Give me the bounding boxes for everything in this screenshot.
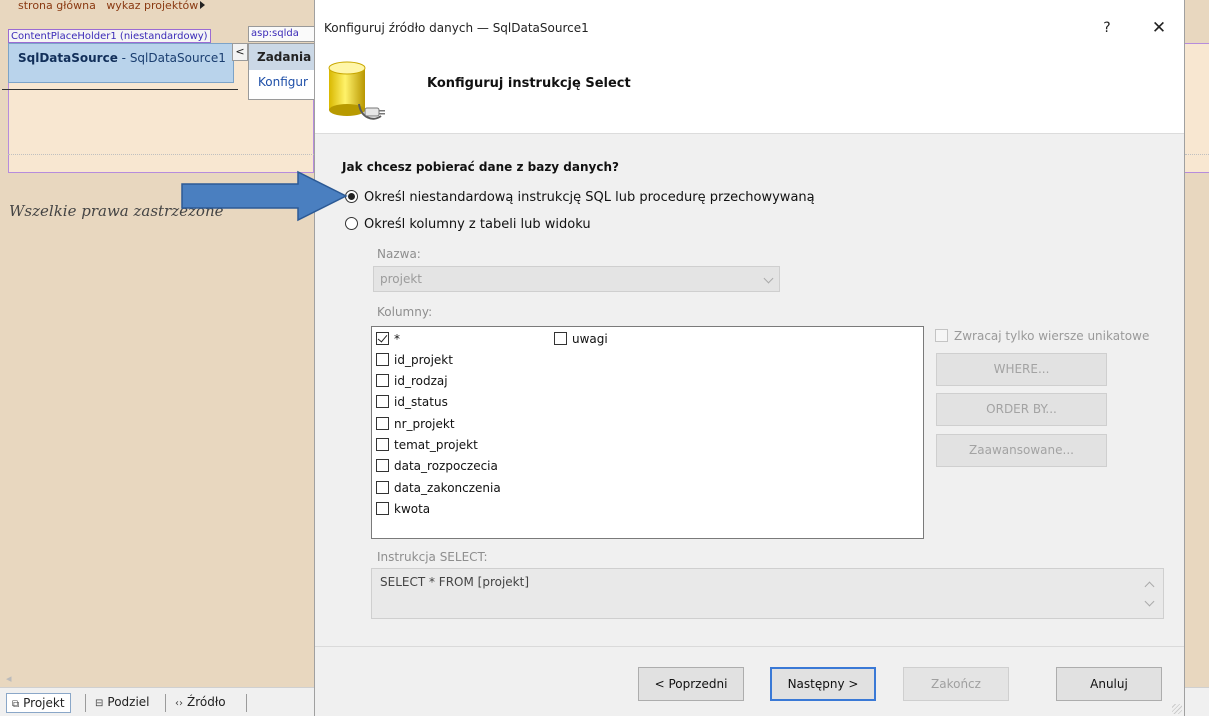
select-statement-text: SELECT * FROM [projekt] <box>380 575 530 589</box>
tab-separator <box>165 694 166 712</box>
table-columns-option[interactable]: Określ kolumny z tabeli lub widoku <box>345 216 591 234</box>
chevron-down-icon <box>763 273 774 284</box>
column-checkbox[interactable]: id_rodzaj <box>376 374 448 391</box>
content-placeholder-tag[interactable]: ContentPlaceHolder1 (niestandardowy) <box>8 29 211 43</box>
datasource-name: SqlDataSource1 <box>129 51 226 65</box>
smart-tasks-panel: Zadania S Konfigur <box>248 43 316 100</box>
checkbox[interactable] <box>376 374 389 387</box>
scroll-down-icon[interactable] <box>1144 596 1155 607</box>
breadcrumb-projects-link[interactable]: wykaz projektów <box>106 0 198 12</box>
tab-split-label: Podziel <box>107 695 150 709</box>
wizard-header: Konfiguruj instrukcję Select <box>315 56 1184 134</box>
next-button[interactable]: Następny > <box>770 667 876 701</box>
placeholder-divider <box>8 154 314 155</box>
advanced-button[interactable]: Zaawansowane... <box>936 434 1107 467</box>
column-checkbox[interactable]: data_zakonczenia <box>376 481 501 498</box>
column-label: temat_projekt <box>394 438 478 452</box>
column-checkbox[interactable]: data_rozpoczecia <box>376 459 498 476</box>
configure-datasource-dialog: Konfiguruj źródło danych — SqlDataSource… <box>314 0 1185 716</box>
unique-rows-checkbox[interactable] <box>935 329 948 342</box>
page-footer-text: Wszelkie prawa zastrzeżone <box>9 202 224 220</box>
column-checkbox[interactable]: id_status <box>376 395 448 412</box>
column-checkbox[interactable]: temat_projekt <box>376 438 478 455</box>
custom-sql-option[interactable]: Określ niestandardową instrukcję SQL lub… <box>345 189 815 207</box>
select-statement-label: Instrukcja SELECT: <box>377 550 488 564</box>
configure-datasource-link[interactable]: Konfigur <box>249 70 315 89</box>
column-label: data_rozpoczecia <box>394 459 498 473</box>
breadcrumb-home-link[interactable]: strona główna <box>18 0 96 12</box>
radio-table-columns[interactable] <box>345 217 358 230</box>
column-label: uwagi <box>572 332 608 346</box>
table-name-value: projekt <box>380 272 422 286</box>
checkbox[interactable] <box>376 395 389 408</box>
checkbox[interactable] <box>376 481 389 494</box>
column-label: nr_projekt <box>394 417 455 431</box>
column-label: id_rodzaj <box>394 374 448 388</box>
checkbox[interactable] <box>376 459 389 472</box>
help-button[interactable]: ? <box>1093 16 1121 40</box>
checkbox[interactable] <box>376 417 389 430</box>
columns-label: Kolumny: <box>377 305 433 319</box>
resize-grip-icon[interactable] <box>1172 704 1182 714</box>
close-button[interactable]: ✕ <box>1145 16 1173 40</box>
checkbox[interactable] <box>376 502 389 515</box>
column-label: id_status <box>394 395 448 409</box>
tab-separator <box>85 694 86 712</box>
order-by-button[interactable]: ORDER BY... <box>936 393 1107 426</box>
wizard-button-bar: < Poprzedni Następny > Zakończ Anuluj <box>315 646 1184 716</box>
unique-rows-label: Zwracaj tylko wiersze unikatowe <box>954 329 1150 343</box>
scroll-left-icon[interactable]: ◂ <box>6 672 12 685</box>
tab-separator <box>246 694 247 712</box>
radio-custom-sql[interactable] <box>345 190 358 203</box>
checkbox[interactable] <box>376 353 389 366</box>
placeholder-divider-right <box>1185 154 1209 155</box>
previous-button[interactable]: < Poprzedni <box>638 667 744 701</box>
tab-design-label: Projekt <box>23 696 65 710</box>
sqldatasource-control[interactable]: SqlDataSource - SqlDataSource1 <box>8 43 234 83</box>
datasource-type: SqlDataSource <box>18 51 118 65</box>
tab-source-label: Źródło <box>187 695 226 709</box>
name-label: Nazwa: <box>377 247 421 261</box>
database-icon <box>328 61 385 120</box>
column-label: kwota <box>394 502 431 516</box>
unique-rows-option[interactable]: Zwracaj tylko wiersze unikatowe <box>935 329 1149 343</box>
where-button[interactable]: WHERE... <box>936 353 1107 386</box>
column-label: * <box>394 332 400 346</box>
design-icon: ⧉ <box>12 699 20 710</box>
table-name-select[interactable]: projekt <box>373 266 780 292</box>
checkbox[interactable] <box>376 438 389 451</box>
column-checkbox[interactable]: id_projekt <box>376 353 453 370</box>
columns-list[interactable]: * id_projekt id_rodzaj id_status nr_proj… <box>371 326 924 539</box>
dialog-title: Konfiguruj źródło danych — SqlDataSource… <box>324 21 589 35</box>
sqldatasource-tag[interactable]: asp:sqlda <box>248 26 316 42</box>
column-label: data_zakonczenia <box>394 481 501 495</box>
custom-sql-label: Określ niestandardową instrukcję SQL lub… <box>364 190 815 205</box>
checkbox[interactable] <box>376 332 389 345</box>
tab-split[interactable]: ⊟ Podziel <box>90 693 155 713</box>
table-columns-label: Określ kolumny z tabeli lub widoku <box>364 217 591 232</box>
tab-source[interactable]: ‹› Źródło <box>170 693 231 713</box>
menu-arrow-icon <box>200 1 206 9</box>
source-icon: ‹› <box>175 698 183 709</box>
column-checkbox[interactable]: uwagi <box>554 332 608 349</box>
smart-tasks-title: Zadania S <box>249 44 315 70</box>
finish-button[interactable]: Zakończ <box>903 667 1009 701</box>
column-checkbox-all[interactable]: * <box>376 332 400 349</box>
column-label: id_projekt <box>394 353 453 367</box>
dialog-titlebar: Konfiguruj źródło danych — SqlDataSource… <box>315 0 1184 56</box>
scroll-up-icon[interactable] <box>1144 581 1155 592</box>
retrieval-question: Jak chcesz pobierać dane z bazy danych? <box>342 160 619 174</box>
datasource-separator: - <box>117 51 130 65</box>
cancel-button[interactable]: Anuluj <box>1056 667 1162 701</box>
select-statement-box[interactable]: SELECT * FROM [projekt] <box>371 568 1164 619</box>
split-icon: ⊟ <box>95 698 104 709</box>
tab-design[interactable]: ⧉ Projekt <box>6 693 71 713</box>
wizard-step-title: Konfiguruj instrukcję Select <box>427 76 631 91</box>
column-checkbox[interactable]: kwota <box>376 502 430 519</box>
design-line <box>2 89 238 90</box>
smart-tag-collapse-button[interactable]: < <box>232 43 248 61</box>
checkbox[interactable] <box>554 332 567 345</box>
breadcrumb: strona główna wykaz projektów <box>18 0 206 12</box>
column-checkbox[interactable]: nr_projekt <box>376 417 455 434</box>
